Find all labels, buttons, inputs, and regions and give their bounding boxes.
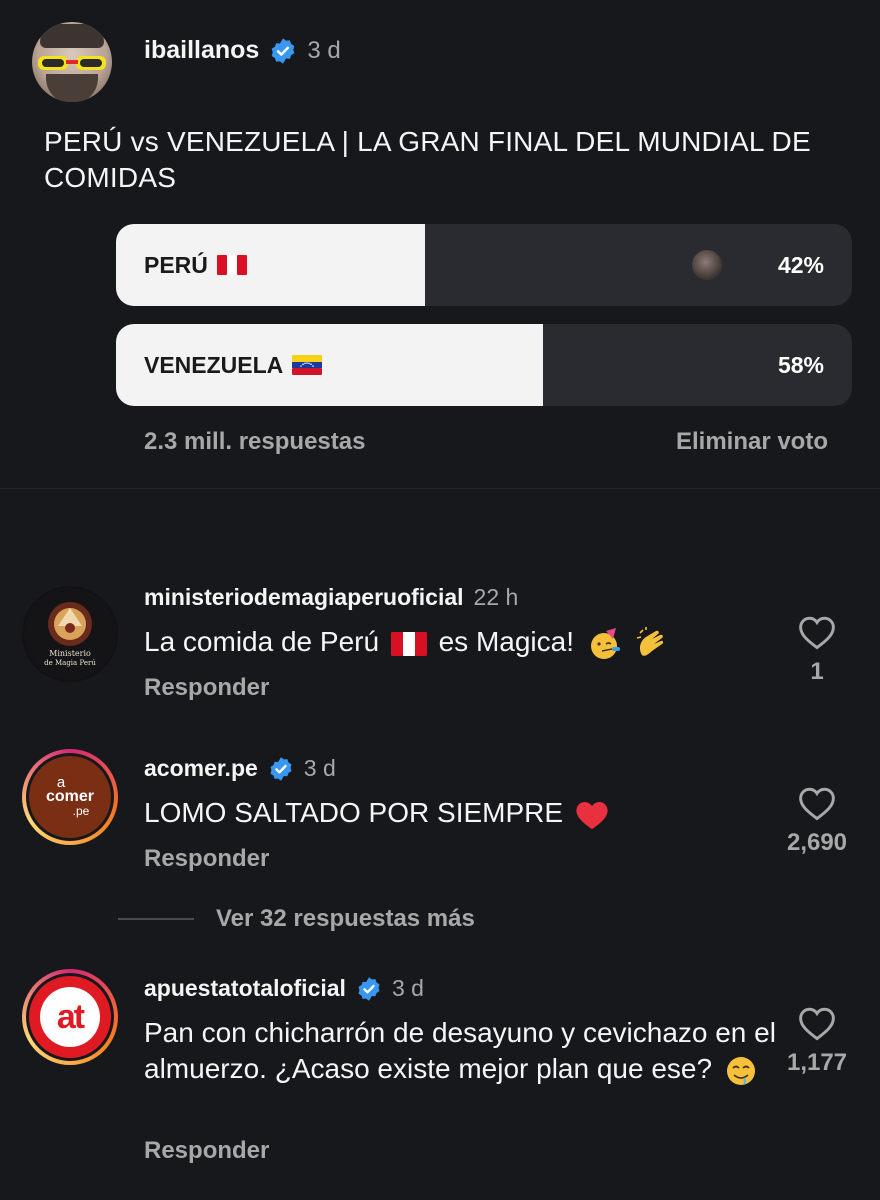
heart-outline-icon[interactable] <box>797 1005 837 1041</box>
reply-button[interactable]: Responder <box>144 845 269 873</box>
comment-username[interactable]: acomer.pe <box>144 755 258 782</box>
avatar-brand-text: at <box>56 997 85 1036</box>
reply-button[interactable]: Responder <box>144 674 269 702</box>
comment-username[interactable]: apuestatotaloficial <box>144 975 346 1002</box>
peru-flag-icon <box>216 255 247 275</box>
venezuela-flag-icon <box>292 355 323 375</box>
like-count: 2,690 <box>786 829 848 856</box>
verified-badge-icon <box>272 37 295 64</box>
post-page: ibaillanos 3 d PERÚ vs VENEZUELA | LA GR… <box>0 0 880 1200</box>
post-username[interactable]: ibaillanos <box>144 36 259 65</box>
drooling-face-emoji <box>726 1056 755 1085</box>
poll-option-percent: 42% <box>777 251 824 278</box>
poll-option-label: PERÚ <box>144 251 208 278</box>
red-heart-emoji <box>576 801 608 829</box>
comment-time: 3 d <box>391 975 424 1001</box>
comment-time: 3 d <box>303 755 336 781</box>
divider <box>0 488 880 489</box>
poll-responses-count[interactable]: 2.3 mill. respuestas <box>144 428 365 456</box>
comment-avatar[interactable]: a comer .pe <box>22 749 118 845</box>
clapping-hands-emoji <box>636 626 663 656</box>
comment-text: Pan con chicharrón de desayuno y cevicha… <box>144 1015 784 1088</box>
svg-text:de Magia Perú: de Magia Perú <box>44 659 96 667</box>
ministerio-logo-icon: Ministerio de Magia Perú <box>24 588 116 680</box>
like-count: 1,177 <box>786 1049 848 1076</box>
comment-time: 22 h <box>473 584 519 610</box>
poll-option-percent: 58% <box>777 351 824 378</box>
avatar-brand-text: comer <box>45 788 95 805</box>
post-caption: PERÚ vs VENEZUELA | LA GRAN FINAL DEL MU… <box>44 126 811 193</box>
poll-option-venezuela[interactable]: VENEZUELA 58% <box>116 324 852 406</box>
more-replies-line <box>118 918 194 920</box>
comment-username[interactable]: ministeriodemagiaperuoficial <box>144 584 464 611</box>
verified-badge-icon <box>358 976 380 1001</box>
verified-badge-icon <box>270 756 292 781</box>
poll-option-peru[interactable]: PERÚ 42% <box>116 224 852 306</box>
more-replies-label: Ver 32 respuestas más <box>216 905 475 932</box>
post-time: 3 d <box>307 36 341 64</box>
comment-avatar[interactable]: Ministerio de Magia Perú <box>22 586 118 682</box>
post-author-row: ibaillanos 3 d <box>144 36 341 65</box>
svg-text:Ministerio: Ministerio <box>49 649 91 658</box>
comment-avatar[interactable]: at <box>22 969 118 1065</box>
heart-outline-icon[interactable] <box>797 614 837 650</box>
comment-text: LOMO SALTADO POR SIEMPRE <box>144 795 764 831</box>
view-more-replies[interactable]: Ver 32 respuestas más <box>118 905 475 933</box>
like-count: 1 <box>810 658 824 685</box>
party-face-emoji <box>590 627 620 659</box>
remove-vote-button[interactable]: Eliminar voto <box>676 428 828 456</box>
voter-avatar <box>690 248 724 282</box>
avatar-brand-text: .pe <box>72 804 90 818</box>
post-author-avatar[interactable] <box>32 22 112 102</box>
comment-text: La comida de Perú es Magica! <box>144 624 764 661</box>
poll-option-label: VENEZUELA <box>144 351 284 378</box>
heart-outline-icon[interactable] <box>797 785 837 821</box>
peru-flag-icon <box>390 631 427 656</box>
reply-button[interactable]: Responder <box>144 1137 269 1165</box>
